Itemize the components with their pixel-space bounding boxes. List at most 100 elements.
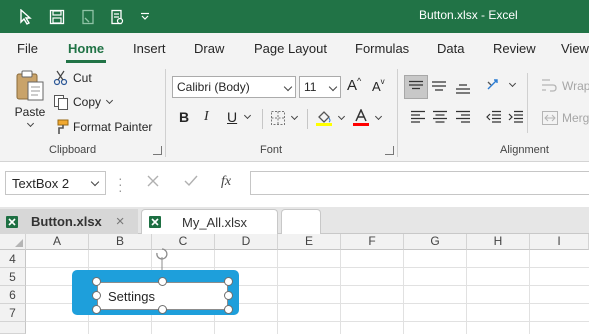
column-header[interactable]: E bbox=[278, 234, 341, 250]
middle-align-icon bbox=[432, 81, 446, 91]
clipboard-launcher-icon[interactable] bbox=[153, 146, 162, 155]
enter-check-icon[interactable] bbox=[183, 173, 199, 192]
decrease-indent-button[interactable] bbox=[486, 110, 502, 124]
borders-button[interactable] bbox=[270, 110, 299, 126]
column-header[interactable]: I bbox=[530, 234, 589, 250]
row-header[interactable]: 7 bbox=[0, 304, 26, 322]
resize-handle[interactable] bbox=[224, 277, 233, 286]
tab-formulas[interactable]: Formulas bbox=[355, 41, 409, 56]
font-color-button[interactable] bbox=[352, 109, 383, 127]
print-preview-icon[interactable] bbox=[106, 6, 128, 28]
resize-handle[interactable] bbox=[92, 277, 101, 286]
rotate-handle-icon[interactable] bbox=[152, 246, 172, 270]
bottom-align-button[interactable] bbox=[455, 79, 471, 95]
font-launcher-icon[interactable] bbox=[385, 146, 394, 155]
orientation-button[interactable] bbox=[486, 77, 517, 93]
ribbon-tabs: File Home Insert Draw Page Layout Formul… bbox=[0, 33, 589, 63]
copy-button[interactable]: Copy bbox=[53, 94, 114, 110]
tab-review[interactable]: Review bbox=[493, 41, 536, 56]
tab-page-layout[interactable]: Page Layout bbox=[254, 41, 327, 56]
font-color-dropdown-icon bbox=[374, 112, 383, 121]
cursor-icon[interactable] bbox=[16, 6, 36, 28]
tab-data[interactable]: Data bbox=[437, 41, 464, 56]
chevron-down-icon bbox=[328, 82, 338, 92]
bold-glyph: B bbox=[179, 109, 190, 125]
font-name-select[interactable]: Calibri (Body) bbox=[172, 76, 296, 98]
borders-icon bbox=[271, 111, 285, 125]
column-header[interactable]: D bbox=[215, 234, 278, 250]
column-header[interactable]: H bbox=[467, 234, 530, 250]
resize-handle[interactable] bbox=[92, 305, 101, 314]
cancel-icon[interactable] bbox=[145, 173, 161, 192]
align-left-button[interactable] bbox=[410, 110, 426, 124]
insert-function-button[interactable]: fx bbox=[221, 174, 231, 190]
formula-bar: TextBox 2 · · · fx bbox=[0, 163, 589, 207]
font-size-select[interactable]: 11 bbox=[299, 76, 341, 98]
row-header-partial[interactable] bbox=[0, 322, 26, 334]
cut-button[interactable]: Cut bbox=[53, 70, 92, 86]
merge-center-button[interactable]: Merg bbox=[541, 110, 589, 126]
workbook-tab-button[interactable]: Button.xlsx × bbox=[0, 209, 138, 234]
resize-handle[interactable] bbox=[158, 277, 167, 286]
align-right-button[interactable] bbox=[455, 110, 471, 124]
workbook-tabs: Button.xlsx × My_All.xlsx bbox=[0, 207, 589, 234]
tab-view[interactable]: View bbox=[561, 41, 589, 56]
format-painter-label: Format Painter bbox=[73, 120, 153, 134]
resize-handle[interactable] bbox=[224, 305, 233, 314]
select-all-corner[interactable] bbox=[0, 234, 26, 250]
fx-label: fx bbox=[221, 174, 232, 189]
top-align-icon bbox=[409, 80, 423, 90]
align-center-icon bbox=[433, 110, 447, 123]
workbook-name: My_All.xlsx bbox=[182, 214, 248, 230]
copy-label: Copy bbox=[73, 95, 102, 109]
increase-indent-button[interactable] bbox=[508, 110, 524, 124]
resize-handle[interactable] bbox=[158, 305, 167, 314]
tab-home[interactable]: Home bbox=[65, 41, 107, 63]
column-header[interactable]: G bbox=[404, 234, 467, 250]
excel-file-icon bbox=[6, 215, 18, 228]
decrease-font-size-button[interactable]: Av bbox=[372, 77, 385, 94]
tab-insert[interactable]: Insert bbox=[133, 41, 166, 56]
format-painter-button[interactable]: Format Painter bbox=[53, 119, 152, 135]
workbook-tab-my-all[interactable]: My_All.xlsx bbox=[141, 209, 278, 234]
column-header[interactable]: F bbox=[341, 234, 404, 250]
row-header[interactable]: 5 bbox=[0, 268, 26, 286]
row-header[interactable]: 6 bbox=[0, 286, 26, 304]
underline-glyph: U bbox=[227, 109, 238, 125]
undo-icon[interactable] bbox=[77, 6, 99, 28]
tab-draw[interactable]: Draw bbox=[194, 41, 224, 56]
copy-dropdown-icon bbox=[105, 96, 114, 105]
resize-handle[interactable] bbox=[224, 291, 233, 300]
top-align-button[interactable] bbox=[404, 75, 428, 99]
close-icon[interactable]: × bbox=[116, 213, 125, 230]
italic-glyph: I bbox=[204, 109, 209, 124]
tab-file[interactable]: File bbox=[17, 41, 38, 56]
increase-font-size-button[interactable]: A ^ bbox=[347, 76, 361, 95]
resize-handle[interactable] bbox=[92, 291, 101, 300]
underline-button[interactable]: U bbox=[227, 109, 252, 125]
paste-button[interactable]: Paste bbox=[14, 69, 46, 128]
new-tab-button[interactable] bbox=[281, 209, 321, 234]
orientation-icon bbox=[487, 79, 498, 90]
row-header[interactable]: 4 bbox=[0, 250, 26, 268]
align-left-icon bbox=[411, 110, 425, 123]
settings-textbox-text: Settings bbox=[108, 289, 155, 304]
divider bbox=[307, 109, 308, 129]
column-header[interactable]: A bbox=[26, 234, 89, 250]
save-icon[interactable] bbox=[46, 6, 68, 28]
formula-input[interactable] bbox=[250, 171, 589, 195]
align-center-button[interactable] bbox=[432, 110, 448, 124]
align-right-icon bbox=[456, 110, 470, 123]
bold-button[interactable]: B bbox=[179, 109, 189, 125]
chevron-down-icon bbox=[283, 82, 293, 92]
group-divider bbox=[165, 69, 166, 157]
column-header[interactable]: B bbox=[89, 234, 152, 250]
customize-qat-icon[interactable] bbox=[137, 6, 153, 28]
wrap-text-button[interactable]: Wrap bbox=[541, 78, 589, 94]
italic-button[interactable]: I bbox=[204, 109, 209, 125]
name-box[interactable]: TextBox 2 bbox=[5, 171, 106, 195]
cut-label: Cut bbox=[73, 71, 92, 85]
middle-align-button[interactable] bbox=[431, 79, 447, 93]
fill-color-button[interactable] bbox=[315, 109, 346, 127]
increase-indent-icon bbox=[508, 110, 523, 123]
